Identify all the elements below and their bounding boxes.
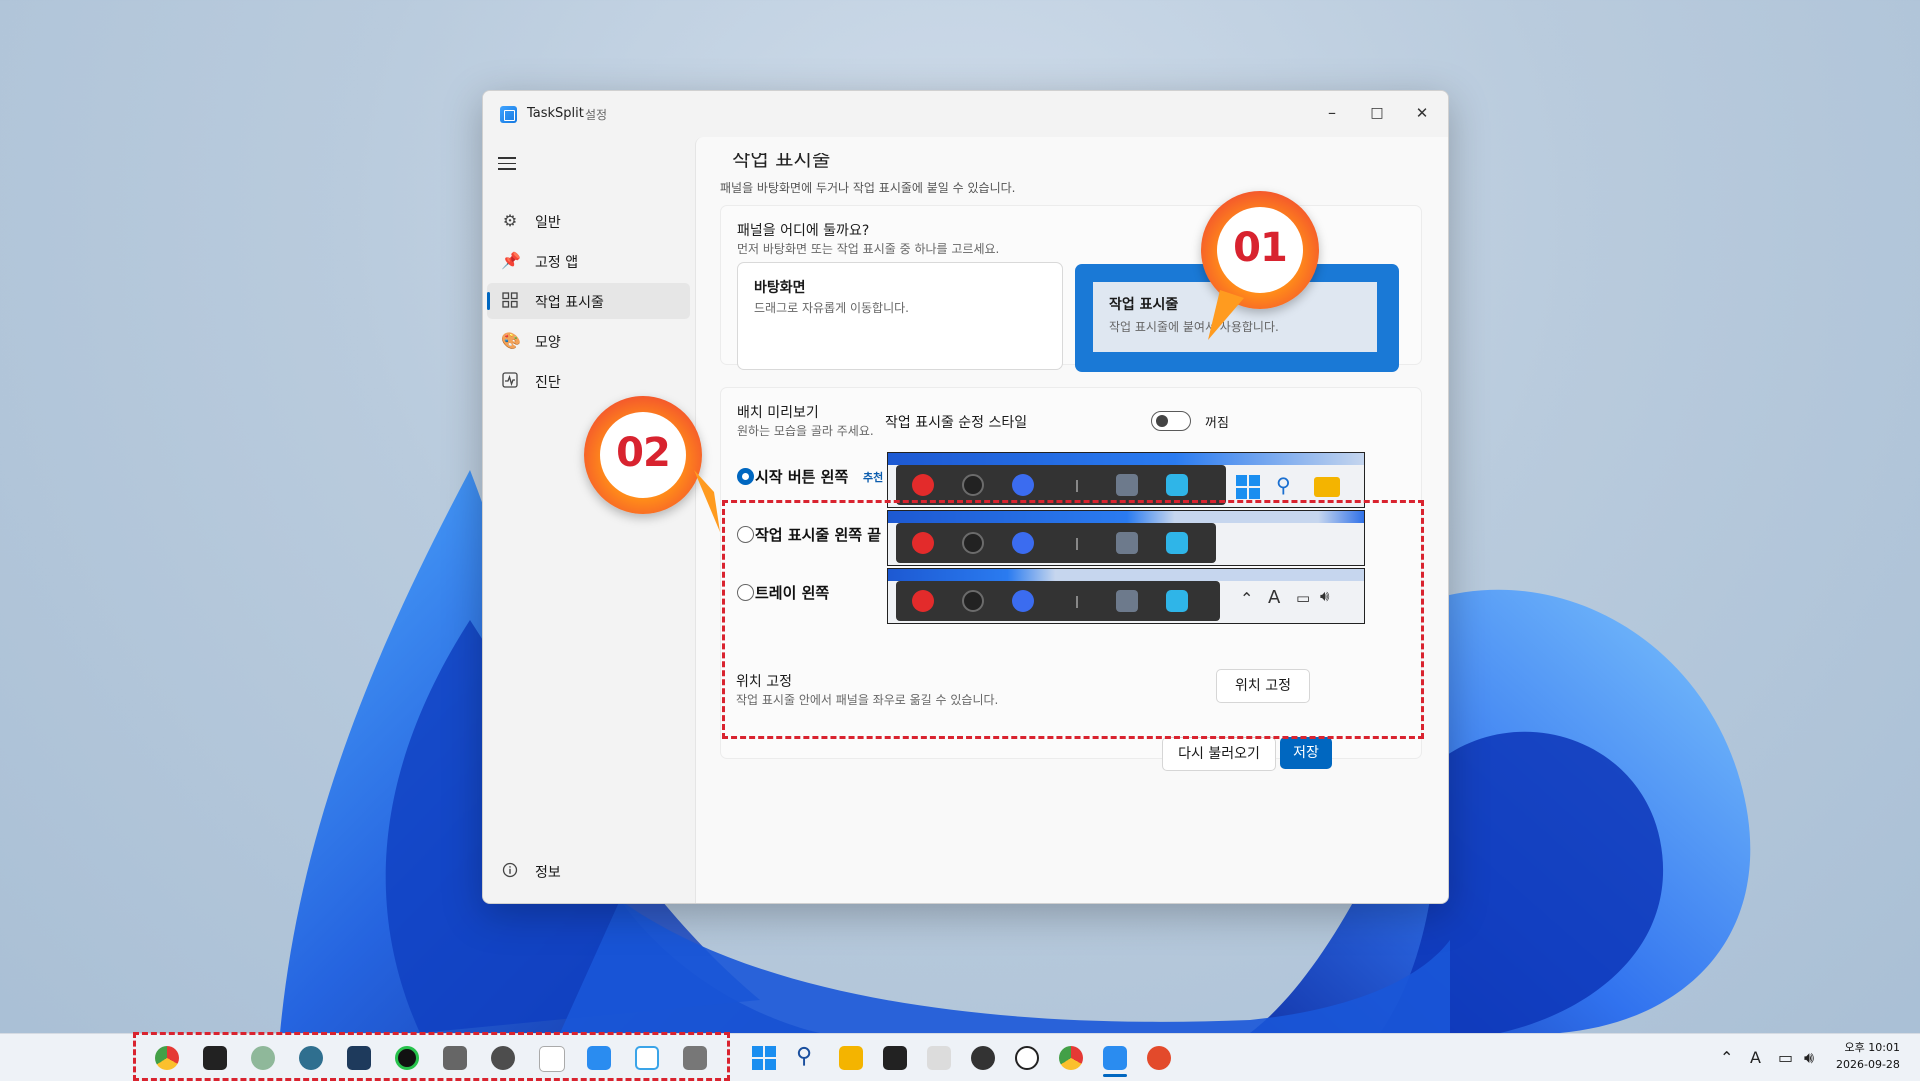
davinci-icon (962, 474, 984, 496)
sidebar-item-label: 작업 표시줄 (535, 295, 604, 311)
radio-start-left-label[interactable]: 시작 버튼 왼쪽 (755, 466, 848, 487)
sidebar-item-label: 정보 (535, 865, 561, 881)
maximize-button[interactable]: □ (1357, 99, 1397, 127)
app-logo-icon (500, 106, 517, 123)
minimize-button[interactable]: – (1312, 99, 1352, 127)
sidebar-item-diagnostics[interactable]: 진단 (487, 363, 690, 399)
layout-title: 배치 미리보기 (737, 405, 819, 421)
sidebar-item-about[interactable]: 정보 (487, 853, 690, 889)
windows-start-icon (1236, 475, 1260, 499)
callout-02-pointer (694, 470, 720, 532)
callout-01-pointer (1208, 290, 1244, 340)
chevron-up-icon[interactable]: ⌃ (1720, 1048, 1733, 1067)
grid-icon (501, 292, 519, 310)
powerpoint-icon[interactable] (1147, 1046, 1171, 1070)
title-bar[interactable]: TaskSplit 설정 – □ ✕ (483, 91, 1448, 137)
search-icon[interactable]: ⚲ (796, 1044, 812, 1069)
info-icon (501, 862, 519, 880)
clipboard-icon (1166, 474, 1188, 496)
chatgpt-icon[interactable] (1015, 1046, 1039, 1070)
preview-dock (896, 465, 1226, 505)
sidebar-item-taskbar[interactable]: 작업 표시줄 (487, 283, 690, 319)
tasksplit-icon[interactable] (1103, 1046, 1127, 1070)
option-desktop-title: 바탕화면 (754, 280, 806, 296)
option-desktop[interactable]: 바탕화면 드래그로 자유롭게 이동합니다. (737, 262, 1063, 370)
network-icon[interactable]: ▭ (1778, 1048, 1793, 1067)
native-style-label: 작업 표시줄 순정 스타일 (885, 415, 1028, 431)
pin-icon: 📌 (501, 251, 521, 270)
file-explorer-icon[interactable] (839, 1046, 863, 1070)
play-icon (912, 474, 934, 496)
menu-icon[interactable] (498, 157, 516, 171)
page-description: 패널을 바탕화면에 두거나 작업 표시줄에 붙일 수 있습니다. (720, 181, 1016, 195)
active-indicator (1103, 1074, 1127, 1077)
speaker-icon[interactable]: 🔊︎ (1804, 1048, 1814, 1068)
palette-icon: 🎨 (501, 331, 521, 350)
layout-options-highlight (722, 500, 1424, 739)
sidebar-item-pinned-apps[interactable]: 📌 고정 앱 (487, 243, 690, 279)
option-desktop-desc: 드래그로 자유롭게 이동합니다. (754, 301, 909, 315)
sidebar-item-label: 일반 (535, 215, 561, 231)
start-button-icon[interactable] (752, 1046, 776, 1070)
chrome-icon[interactable] (1059, 1046, 1083, 1070)
sidebar-item-label: 고정 앱 (535, 255, 579, 271)
sidebar-item-appearance[interactable]: 🎨 모양 (487, 323, 690, 359)
page-title: 작업 표시줄 (732, 147, 831, 171)
clock-time: 오후 10:01 (1844, 1041, 1900, 1054)
ime-indicator[interactable]: A (1750, 1048, 1761, 1067)
close-button[interactable]: ✕ (1402, 99, 1442, 127)
clock-date: 2026-09-28 (1836, 1058, 1900, 1071)
app-title: TaskSplit (527, 106, 584, 121)
search-icon: ⚲ (1276, 473, 1291, 497)
reload-button[interactable]: 다시 불러오기 (1162, 737, 1276, 771)
gear-icon: ⚙ (502, 211, 518, 230)
save-button[interactable]: 저장 (1280, 737, 1332, 769)
clock[interactable]: 오후 10:01 2026-09-28 (1836, 1039, 1900, 1073)
toggle-state-label: 꺼짐 (1205, 416, 1229, 431)
option-taskbar-title: 작업 표시줄 (1109, 297, 1179, 313)
sleep-app-icon[interactable] (927, 1046, 951, 1070)
compass-icon (1012, 474, 1034, 496)
taskbar-panel-highlight (133, 1032, 730, 1081)
app-dark-icon[interactable] (883, 1046, 907, 1070)
photo-app-icon (1116, 474, 1138, 496)
window-subtitle: 설정 (585, 108, 608, 122)
placement-title: 패널을 어디에 둘까요? (737, 223, 870, 239)
placement-desc: 먼저 바탕화면 또는 작업 표시줄 중 하나를 고르세요. (737, 242, 1000, 256)
sidebar-item-general[interactable]: ⚙ 일반 (487, 203, 690, 239)
folder-icon (1314, 477, 1340, 497)
callout-01-number: 01 (1233, 225, 1288, 271)
sidebar-item-label: 진단 (535, 375, 561, 391)
recommended-badge: 추천 (863, 471, 884, 484)
layout-desc: 원하는 모습을 골라 주세요. (737, 424, 874, 438)
gear-app-icon[interactable] (971, 1046, 995, 1070)
native-style-toggle[interactable] (1151, 411, 1191, 431)
pulse-icon (501, 372, 519, 390)
sidebar-item-label: 모양 (535, 335, 561, 351)
sidebar: ⚙ 일반 📌 고정 앱 작업 표시줄 🎨 모양 진단 정보 (483, 137, 695, 903)
